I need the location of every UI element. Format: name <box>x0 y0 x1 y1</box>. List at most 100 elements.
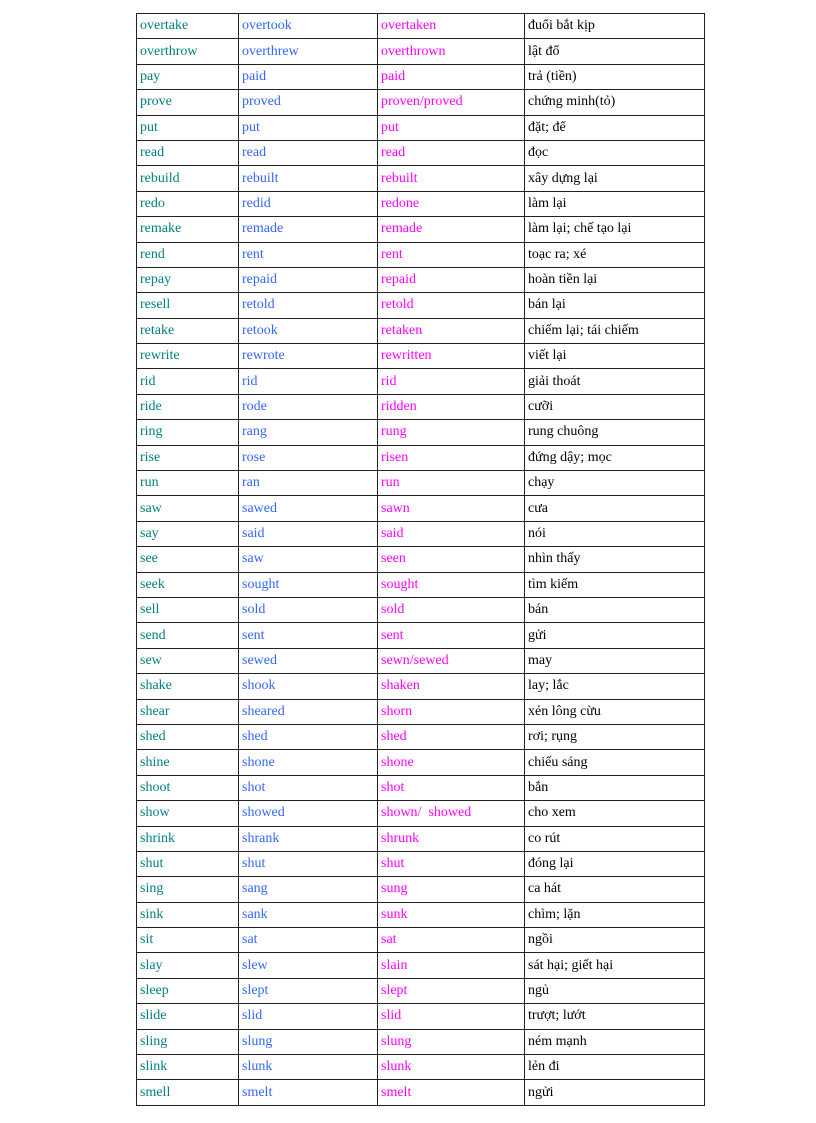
base-form-cell: read <box>136 139 239 167</box>
table-row: overtake overtook overtaken đuổi bắt kịp <box>136 12 705 40</box>
past-simple-cell: rid <box>238 368 378 395</box>
meaning-cell: cho xem <box>524 800 705 827</box>
past-participle-cell: slung <box>377 1028 525 1056</box>
meaning-cell: trượt; lướt <box>524 1003 705 1030</box>
base-form-cell: sink <box>136 901 239 929</box>
base-form-cell: prove <box>136 89 239 116</box>
past-participle-cell: retaken <box>377 317 525 345</box>
past-participle-cell: rung <box>377 419 525 446</box>
past-participle-cell: retold <box>377 292 525 319</box>
meaning-cell: cưa <box>524 495 705 522</box>
base-form-cell: send <box>136 622 239 649</box>
table-row: rewrite rewrote rewritten viết lại <box>136 343 705 370</box>
meaning-cell: bắn <box>524 774 705 802</box>
base-form-cell: rebuild <box>136 165 239 192</box>
base-form-cell: shoot <box>136 774 239 802</box>
table-row: rid rid rid giải thoát <box>136 368 705 395</box>
past-simple-cell: remade <box>238 216 378 243</box>
base-form-cell: remake <box>136 216 239 243</box>
table-row: ride rode ridden cưỡi <box>136 393 705 421</box>
past-simple-cell: retook <box>238 317 378 345</box>
base-form-cell: sling <box>136 1028 239 1056</box>
past-simple-cell: rent <box>238 241 378 268</box>
base-form-cell: rid <box>136 368 239 395</box>
irregular-verbs-table: overtake overtook overtaken đuổi bắt kịp ove… <box>136 12 705 1106</box>
table-row: redo redid redone làm lại <box>136 190 705 218</box>
table-row: slide slid slid trượt; lướt <box>136 1003 705 1030</box>
table-row: shine shone shone chiếu sáng <box>136 749 705 776</box>
past-participle-cell: sent <box>377 622 525 649</box>
past-participle-cell: overtaken <box>377 12 525 40</box>
table-row: sing sang sung ca hát <box>136 876 705 903</box>
base-form-cell: slide <box>136 1003 239 1030</box>
past-simple-cell: sawed <box>238 495 378 522</box>
base-form-cell: sing <box>136 876 239 903</box>
meaning-cell: chiếm lại; tái chiếm <box>524 317 705 345</box>
table-row: rebuild rebuilt rebuilt xây dựng lại <box>136 165 705 192</box>
base-form-cell: rend <box>136 241 239 268</box>
table-row: sell sold sold bán <box>136 596 705 624</box>
base-form-cell: sell <box>136 596 239 624</box>
table-row: shut shut shut đóng lại <box>136 850 705 878</box>
past-simple-cell: slung <box>238 1028 378 1056</box>
past-simple-cell: sank <box>238 901 378 929</box>
past-participle-cell: run <box>377 470 525 497</box>
past-simple-cell: sold <box>238 596 378 624</box>
table-row: sit sat sat ngồi <box>136 927 705 954</box>
past-participle-cell: shot <box>377 774 525 802</box>
table-row: say said said nói <box>136 520 705 548</box>
meaning-cell: bán lại <box>524 292 705 319</box>
past-simple-cell: slept <box>238 977 378 1005</box>
past-participle-cell: seen <box>377 546 525 573</box>
base-form-cell: run <box>136 470 239 497</box>
base-form-cell: shear <box>136 698 239 725</box>
past-simple-cell: overtook <box>238 12 378 40</box>
base-form-cell: show <box>136 800 239 827</box>
base-form-cell: retake <box>136 317 239 345</box>
base-form-cell: slay <box>136 952 239 979</box>
past-participle-cell: overthrown <box>377 38 525 65</box>
past-participle-cell: shown/ showed <box>377 800 525 827</box>
base-form-cell: shed <box>136 723 239 751</box>
table-row: remake remade remade làm lại; chế tạo lại <box>136 216 705 243</box>
past-simple-cell: shrank <box>238 825 378 852</box>
meaning-cell: đặt; để <box>524 114 705 141</box>
meaning-cell: hoàn tiền lại <box>524 266 705 294</box>
past-participle-cell: sung <box>377 876 525 903</box>
table-row: saw sawed sawn cưa <box>136 495 705 522</box>
meaning-cell: làm lại; chế tạo lại <box>524 216 705 243</box>
past-participle-cell: proven/proved <box>377 89 525 116</box>
table-body: overtake overtook overtaken đuổi bắt kịp ove… <box>136 12 705 1106</box>
base-form-cell: sew <box>136 647 239 675</box>
past-participle-cell: sawn <box>377 495 525 522</box>
base-form-cell: pay <box>136 63 239 91</box>
past-simple-cell: rewrote <box>238 343 378 370</box>
meaning-cell: ngủ <box>524 977 705 1005</box>
past-participle-cell: shed <box>377 723 525 751</box>
meaning-cell: bán <box>524 596 705 624</box>
past-simple-cell: shut <box>238 850 378 878</box>
past-simple-cell: read <box>238 139 378 167</box>
past-simple-cell: sewed <box>238 647 378 675</box>
past-simple-cell: proved <box>238 89 378 116</box>
meaning-cell: trả (tiền) <box>524 63 705 91</box>
meaning-cell: nhìn thấy <box>524 546 705 573</box>
past-participle-cell: shut <box>377 850 525 878</box>
table-row: slay slew slain sát hại; giết hại <box>136 952 705 979</box>
base-form-cell: rewrite <box>136 343 239 370</box>
past-participle-cell: sought <box>377 571 525 598</box>
meaning-cell: đứng dậy; mọc <box>524 444 705 472</box>
base-form-cell: seek <box>136 571 239 598</box>
past-participle-cell: ridden <box>377 393 525 421</box>
meaning-cell: lẻn đi <box>524 1054 705 1081</box>
table-row: read read read đọc <box>136 139 705 167</box>
base-form-cell: rise <box>136 444 239 472</box>
meaning-cell: xén lông cừu <box>524 698 705 725</box>
past-participle-cell: said <box>377 520 525 548</box>
past-participle-cell: slid <box>377 1003 525 1030</box>
past-participle-cell: repaid <box>377 266 525 294</box>
table-row: rise rose risen đứng dậy; mọc <box>136 444 705 472</box>
past-simple-cell: sought <box>238 571 378 598</box>
base-form-cell: put <box>136 114 239 141</box>
past-simple-cell: paid <box>238 63 378 91</box>
